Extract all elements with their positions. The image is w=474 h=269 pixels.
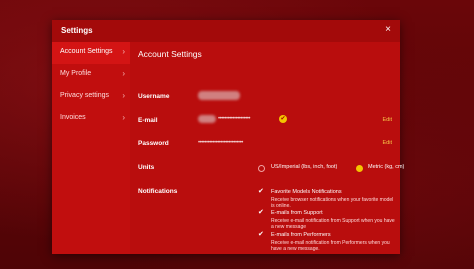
sidebar-item-account-settings[interactable]: Account Settings › xyxy=(52,42,130,64)
sidebar-item-my-profile[interactable]: My Profile › xyxy=(52,64,130,86)
sidebar-item-label: Invoices xyxy=(60,114,86,121)
chevron-right-icon: › xyxy=(122,113,125,122)
sidebar-item-privacy-settings[interactable]: Privacy settings › xyxy=(52,86,130,108)
support-emails-checkbox[interactable]: ✔ xyxy=(258,208,264,216)
modal-title: Settings xyxy=(61,26,93,35)
verified-check-icon: ✔ xyxy=(279,115,287,123)
username-value-redacted xyxy=(198,91,240,100)
units-metric-label: Metric (kg, cm) xyxy=(368,164,405,170)
performer-emails-title: E-mails from Performers xyxy=(271,232,331,238)
page-title: Account Settings xyxy=(138,49,202,59)
email-value-redacted xyxy=(198,115,216,123)
settings-sidebar: Account Settings › My Profile › Privacy … xyxy=(52,42,130,254)
units-imperial-radio[interactable] xyxy=(258,165,265,172)
account-settings-panel: Account Settings Username E-mail •••••••… xyxy=(130,42,404,254)
units-imperial-label: US/Imperial (lbs, inch, foot) xyxy=(271,164,338,170)
settings-modal: Settings × Account Settings › My Profile… xyxy=(52,20,404,254)
support-emails-title: E-mails from Support xyxy=(271,210,323,216)
sidebar-item-label: My Profile xyxy=(60,70,92,77)
password-label: Password xyxy=(138,140,169,147)
chevron-right-icon: › xyxy=(122,91,125,100)
favorite-models-checkbox[interactable]: ✔ xyxy=(258,187,264,195)
units-label: Units xyxy=(138,164,155,171)
sidebar-item-label: Account Settings xyxy=(60,48,113,55)
edit-email-link[interactable]: Edit xyxy=(383,117,392,123)
chevron-right-icon: › xyxy=(122,47,125,56)
performer-emails-checkbox[interactable]: ✔ xyxy=(258,230,264,238)
favorite-models-desc: Receive browser notifications when your … xyxy=(271,197,394,209)
sidebar-item-label: Privacy settings xyxy=(60,92,110,99)
units-metric-radio[interactable] xyxy=(356,165,363,172)
favorite-models-title: Favorite Models Notifications xyxy=(271,189,342,195)
close-icon[interactable]: × xyxy=(382,24,394,36)
email-label: E-mail xyxy=(138,117,158,124)
chevron-right-icon: › xyxy=(122,69,125,78)
performer-emails-desc: Receive e-mail notification from Perform… xyxy=(271,240,390,252)
email-masked-value: •••••••••••••••••••• xyxy=(218,116,251,122)
support-emails-desc: Receive e-mail notification from Support… xyxy=(271,218,395,230)
notifications-label: Notifications xyxy=(138,188,178,195)
modal-header: Settings × xyxy=(52,20,400,42)
sidebar-item-invoices[interactable]: Invoices › xyxy=(52,108,130,130)
edit-password-link[interactable]: Edit xyxy=(383,140,392,146)
password-masked-value: •••••••••••••••••••••••••••• xyxy=(198,140,243,146)
username-label: Username xyxy=(138,93,170,100)
